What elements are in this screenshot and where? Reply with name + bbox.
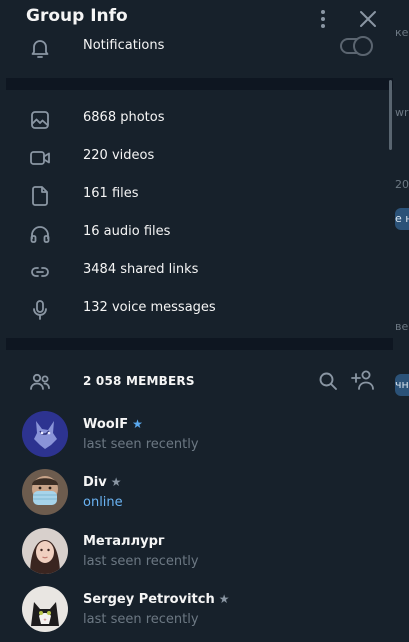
more-options-button[interactable] (312, 8, 334, 30)
media-label: 6868 photos (83, 110, 165, 125)
microphone-icon (28, 298, 52, 322)
close-button[interactable] (357, 8, 379, 30)
add-member-button[interactable] (351, 368, 377, 392)
member-row[interactable]: Sergey Petrovitch ★ last seen recently (6, 586, 393, 642)
media-label: 132 voice messages (83, 300, 216, 315)
toggle-knob (353, 36, 373, 56)
background-text-fragment: 20 (395, 178, 409, 191)
group-info-panel: Notifications Group Info 6868 photos 220… (6, 0, 393, 642)
member-row[interactable]: Металлург last seen recently (6, 528, 393, 586)
add-user-icon (351, 370, 374, 390)
members-count-title: 2 058 MEMBERS (83, 374, 195, 388)
scrollbar-thumb[interactable] (389, 80, 392, 150)
headphones-icon (28, 222, 52, 246)
bell-icon (28, 36, 52, 60)
notifications-label: Notifications (83, 38, 165, 53)
media-row-links[interactable]: 3484 shared links (6, 252, 393, 290)
media-label: 16 audio files (83, 224, 171, 239)
member-status: online (83, 495, 123, 510)
media-row-voice[interactable]: 132 voice messages (6, 290, 393, 328)
media-label: 220 videos (83, 148, 155, 163)
notifications-toggle[interactable] (340, 36, 373, 56)
avatar (22, 528, 68, 574)
avatar (22, 411, 68, 457)
more-vertical-icon (321, 10, 325, 28)
avatar (22, 469, 68, 515)
search-icon (319, 372, 337, 390)
star-icon: ★ (110, 475, 122, 489)
background-text-fragment: wr (395, 106, 409, 119)
media-row-photos[interactable]: 6868 photos (6, 100, 393, 138)
member-name: Sergey Petrovitch ★ (83, 592, 230, 607)
media-label: 3484 shared links (83, 262, 199, 277)
star-icon: ★ (218, 592, 230, 606)
media-label: 161 files (83, 186, 139, 201)
member-status: last seen recently (83, 554, 199, 569)
member-row[interactable]: Div ★ online (6, 469, 393, 527)
link-icon (28, 260, 52, 284)
header-bar: Group Info (6, 0, 393, 36)
video-icon (28, 146, 52, 170)
photo-icon (28, 108, 52, 132)
avatar (22, 586, 68, 632)
background-text-fragment: ве (395, 320, 409, 333)
search-members-button[interactable] (317, 370, 339, 392)
background-text-fragment: чн (395, 374, 409, 396)
member-name: Металлург (83, 534, 165, 549)
member-status: last seen recently (83, 437, 199, 452)
media-row-videos[interactable]: 220 videos (6, 138, 393, 176)
star-icon: ★ (132, 417, 143, 431)
member-row[interactable]: WoolF ★ last seen recently (6, 411, 393, 469)
member-name: WoolF ★ (83, 417, 143, 432)
shared-media-section: 6868 photos 220 videos 161 files 16 audi… (6, 90, 393, 338)
close-icon (360, 11, 376, 27)
members-icon (28, 370, 52, 398)
member-name: Div ★ (83, 475, 122, 490)
media-row-files[interactable]: 161 files (6, 176, 393, 214)
background-text-fragment: ке (395, 26, 409, 39)
page-title: Group Info (26, 6, 128, 26)
member-status: last seen recently (83, 612, 199, 627)
background-text-fragment: е н (395, 208, 409, 230)
media-row-audio[interactable]: 16 audio files (6, 214, 393, 252)
file-icon (28, 184, 52, 208)
